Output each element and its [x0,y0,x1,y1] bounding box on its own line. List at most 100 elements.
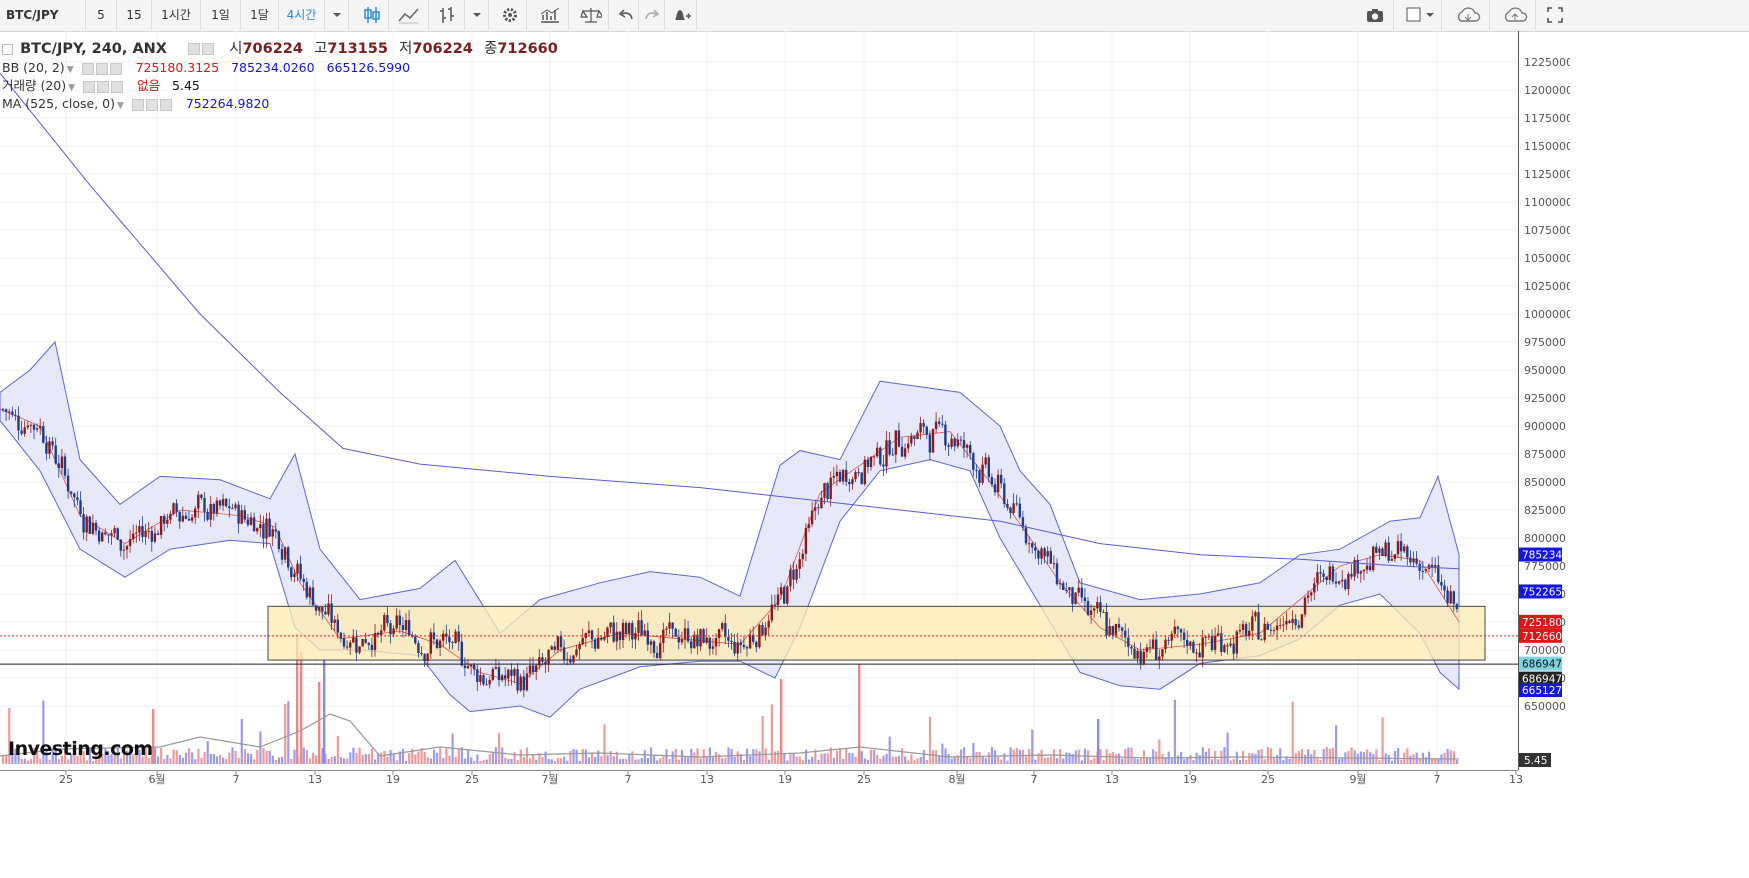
interval-4h-button[interactable]: 4시간 [279,0,325,30]
volume-bar [498,732,501,764]
interval-dropdown-button[interactable] [325,0,349,30]
volume-bar [860,751,863,764]
candlestick-type-button[interactable] [355,0,389,30]
settings-icon[interactable] [95,62,108,75]
candle-body [159,516,163,535]
candle-body [79,500,82,515]
interval-1d-button[interactable]: 1일 [201,0,241,30]
cloud-download-icon [1457,7,1480,22]
volume-bar [532,755,535,764]
volume-bar [1021,749,1025,764]
close-icon[interactable] [111,80,124,93]
volume-bar [894,756,897,764]
interval-1m-button[interactable]: 1달 [241,0,279,30]
interval-15-button[interactable]: 15 [117,0,152,30]
volume-bar [839,748,842,764]
volume-bar [587,757,591,764]
interval-1h-button[interactable]: 1시간 [152,0,201,30]
volume-bar [705,757,708,764]
volume-bar [405,760,408,764]
candle-body [469,664,473,667]
volume-bar [1052,749,1056,764]
candle-body [897,430,901,447]
volume-bar [863,758,866,764]
candle-body [965,445,969,448]
chevron-down-icon [332,13,341,17]
close-icon[interactable] [159,98,172,111]
candle-body [225,498,228,507]
volume-bar [463,758,467,764]
bar-type-button[interactable] [429,0,465,30]
candle-body [367,642,370,645]
price-tick-label: 1075000 [1524,224,1570,237]
price-chart[interactable]: 6500006750007000007250007500007750008000… [0,31,1570,878]
volume-bar [1127,747,1130,764]
candle-body [187,518,191,521]
fullscreen-button[interactable] [1540,0,1570,30]
candle-body [1015,503,1018,505]
volume-bar [1276,754,1279,764]
visibility-icon[interactable] [81,62,94,75]
cloud-load-button[interactable] [1446,0,1490,30]
candle-body [1201,637,1204,658]
volume-bar [1161,754,1164,764]
volume-bar [1338,758,1341,764]
settings-icon[interactable] [145,98,158,111]
time-axis[interactable]: 25 6월 7 13 19 25 7월 7 13 19 25 8월 7 13 19 25 9월 7 13 [59,770,1523,786]
alert-button[interactable] [665,0,697,30]
candle-body [392,628,395,635]
visibility-icon[interactable] [131,98,144,111]
line-type-button[interactable] [389,0,429,30]
candle-body [1303,597,1307,615]
volume-bar [1223,747,1226,764]
volume-none: 없음 [137,78,161,93]
chart-type-dropdown[interactable] [465,0,489,30]
candle-body [535,665,538,673]
price-axis[interactable]: 6500006750007000007250007500007750008000… [1524,56,1570,713]
candle-body [569,659,572,663]
indicators-button[interactable] [531,0,569,30]
candle-body [755,641,758,648]
interval-5-button[interactable]: 5 [86,0,117,30]
candle-body [1291,618,1294,624]
candle-body [398,615,401,626]
volume-bar [752,749,755,764]
close-icon[interactable] [109,62,122,75]
chevron-down-icon[interactable]: ▼ [117,97,124,115]
volume-bar [246,753,250,764]
candle-body [122,549,126,551]
candle-body [699,629,702,647]
settings-icon[interactable] [202,43,215,55]
settings-button[interactable] [493,0,527,30]
price-tick-label: 850000 [1524,476,1566,489]
volume-bar [1437,758,1440,764]
volume-bar [625,759,628,764]
candle-body [714,638,718,647]
visibility-icon[interactable] [83,80,96,93]
collapse-icon[interactable] [2,43,13,55]
volume-bar [389,750,392,764]
candle-body [1223,645,1226,653]
candle-body [1006,503,1009,508]
candle-body [1217,633,1220,636]
visibility-icon[interactable] [188,43,201,55]
candle-body [776,594,780,606]
cloud-save-button[interactable] [1494,0,1536,30]
candle-body [507,669,510,679]
compare-button[interactable] [573,0,609,30]
candle-body [1071,587,1074,604]
screenshot-button[interactable] [1356,0,1394,30]
candle-body [184,515,188,519]
volume-bar [1093,757,1096,764]
redo-button[interactable] [639,0,665,30]
candle-body [556,636,560,650]
volume-bar [188,748,191,764]
undo-button[interactable] [613,0,639,30]
settings-icon[interactable] [97,80,110,93]
symbol-selector[interactable]: BTC/JPY [0,0,86,30]
candle-body [956,439,959,447]
candle-body [479,675,482,682]
layout-button[interactable] [1398,0,1442,30]
volume-bar [529,758,532,764]
volume-bar [290,758,293,764]
